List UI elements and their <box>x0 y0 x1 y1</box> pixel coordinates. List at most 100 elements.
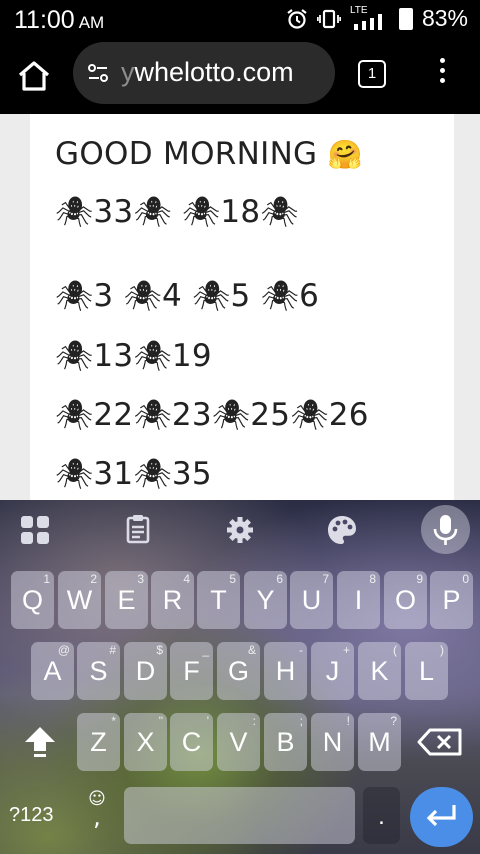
key-label: I <box>354 585 363 615</box>
key-h[interactable]: H- <box>264 642 307 700</box>
key-k[interactable]: K( <box>358 642 401 700</box>
spider-icon: 🕷 <box>55 457 94 492</box>
key-label: E <box>117 585 136 615</box>
key-hint: 9 <box>416 572 423 586</box>
key-r[interactable]: R4 <box>151 571 194 629</box>
address-bar[interactable]: ywhelotto.com <box>73 42 335 104</box>
key-label: W <box>66 585 93 615</box>
key-x[interactable]: X " <box>124 713 167 771</box>
url-text[interactable]: ywhelotto.com <box>121 57 294 88</box>
spider-icon: 🕷 <box>192 279 231 314</box>
key-label: P <box>442 585 461 615</box>
clock-ampm: AM <box>78 13 105 32</box>
site-info-icon[interactable] <box>87 62 109 84</box>
key-hint: $ <box>156 643 163 657</box>
tabs-icon[interactable]: 1 <box>358 60 386 88</box>
key-label: V <box>229 727 248 757</box>
status-icons: LTE 83% <box>286 5 468 32</box>
numbers-line: 🕷13🕷19 <box>55 338 212 374</box>
number: 5 <box>230 278 251 314</box>
url-prefix: y <box>121 57 135 87</box>
settings-gear-icon[interactable] <box>222 512 258 548</box>
clipboard-icon[interactable] <box>120 512 156 548</box>
numbers-line: 🕷31🕷35 <box>55 456 212 492</box>
key-g[interactable]: G & <box>217 642 260 700</box>
key-hint: 0 <box>462 572 469 586</box>
key-c[interactable]: C ' <box>170 713 213 771</box>
key-z[interactable]: Z * <box>77 713 120 771</box>
key-q[interactable]: Q1 <box>11 571 54 629</box>
web-content: GOOD MORNING 🤗 🕷33🕷 🕷18🕷 🕷3 🕷4 🕷5 🕷6 🕷13… <box>0 114 480 500</box>
spider-icon: 🕷 <box>133 195 172 230</box>
key-hint: 1 <box>43 572 50 586</box>
apps-grid-icon[interactable] <box>17 512 53 548</box>
key-hint: ? <box>390 714 397 728</box>
key-p[interactable]: P0 <box>430 571 473 629</box>
key-v[interactable]: V: <box>217 713 260 771</box>
spider-icon: 🕷 <box>55 279 94 314</box>
backspace-key[interactable] <box>411 713 469 771</box>
key-hint: # <box>109 643 116 657</box>
spider-icon: 🕷 <box>123 279 162 314</box>
numbers-line: 🕷22🕷23🕷25🕷26 <box>55 397 369 433</box>
spider-icon: 🕷 <box>133 398 172 433</box>
key-i[interactable]: I8 <box>337 571 380 629</box>
key-hint: 3 <box>137 572 144 586</box>
key-s[interactable]: S # <box>77 642 120 700</box>
number: 33 <box>93 194 134 230</box>
enter-key[interactable] <box>410 787 473 847</box>
period-key[interactable]: . <box>363 787 400 844</box>
number: 25 <box>250 397 291 433</box>
key-o[interactable]: O9 <box>384 571 427 629</box>
overflow-menu-icon[interactable] <box>440 58 446 88</box>
key-label: O <box>394 585 416 615</box>
key-hint: 2 <box>90 572 97 586</box>
key-m[interactable]: M? <box>358 713 401 771</box>
key-label: X <box>136 727 155 757</box>
symbols-key[interactable]: ?123 <box>9 804 54 827</box>
period-label: . <box>378 803 385 830</box>
shift-key[interactable] <box>11 713 69 771</box>
key-n[interactable]: N! <box>311 713 354 771</box>
spider-icon: 🕷 <box>55 195 94 230</box>
key-t[interactable]: T5 <box>197 571 240 629</box>
home-icon[interactable] <box>16 58 52 94</box>
number: 3 <box>93 278 114 314</box>
key-hint: 6 <box>276 572 283 586</box>
key-w[interactable]: W2 <box>58 571 101 629</box>
url-domain: whelotto.com <box>134 57 294 87</box>
mic-button[interactable] <box>421 505 470 554</box>
spider-icon: 🕷 <box>133 457 172 492</box>
key-e[interactable]: E3 <box>105 571 148 629</box>
key-hint: * <box>111 714 116 728</box>
spider-icon: 🕷 <box>181 195 221 230</box>
key-label: U <box>301 585 322 615</box>
key-hint: ; <box>299 714 303 728</box>
spider-icon: 🕷 <box>55 398 94 433</box>
alarm-icon <box>287 8 307 29</box>
key-d[interactable]: D $ <box>124 642 167 700</box>
key-label: Y <box>256 585 275 615</box>
key-y[interactable]: Y6 <box>244 571 287 629</box>
key-b[interactable]: B; <box>264 713 307 771</box>
comma-key[interactable]: ☺ , <box>86 790 108 829</box>
enter-icon <box>426 805 456 827</box>
key-label: K <box>370 656 389 686</box>
key-hint: 7 <box>322 572 329 586</box>
key-f[interactable]: F _ <box>170 642 213 700</box>
key-label: G <box>227 656 249 686</box>
symbols-label: ?123 <box>9 804 54 826</box>
number: 18 <box>220 194 261 230</box>
key-label: J <box>325 656 340 686</box>
key-u[interactable]: U7 <box>290 571 333 629</box>
palette-icon[interactable] <box>324 512 360 548</box>
key-label: R <box>162 585 183 615</box>
key-hint: @ <box>57 643 70 657</box>
key-j[interactable]: J + <box>311 642 354 700</box>
space-bar[interactable] <box>124 787 355 844</box>
key-l[interactable]: L) <box>405 642 448 700</box>
key-a[interactable]: A @ <box>31 642 74 700</box>
number: 22 <box>93 397 134 433</box>
shift-icon <box>25 727 55 757</box>
key-label: C <box>181 727 202 757</box>
